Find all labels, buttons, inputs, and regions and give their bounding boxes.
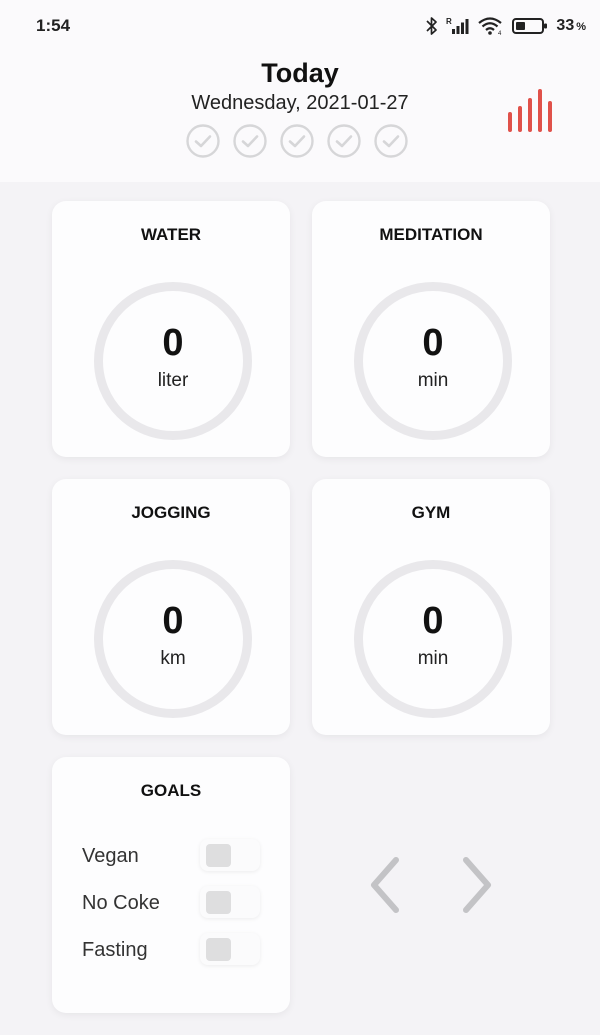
goals-card: GOALS Vegan No Coke Fasting: [52, 757, 290, 1013]
check-circle-icon[interactable]: [374, 124, 408, 158]
battery-percent-sign: %: [576, 21, 586, 33]
header: Today Wednesday, 2021-01-27: [0, 52, 600, 182]
vegan-toggle[interactable]: [200, 839, 260, 871]
battery-icon: [512, 18, 548, 34]
no-coke-toggle[interactable]: [200, 886, 260, 918]
jogging-card[interactable]: JOGGING 0 km: [52, 479, 290, 735]
card-unit: liter: [157, 370, 189, 391]
meditation-card[interactable]: MEDITATION 0 min: [312, 201, 550, 457]
check-circle-icon[interactable]: [327, 124, 361, 158]
gym-card[interactable]: GYM 0 min: [312, 479, 550, 735]
page-title: Today: [261, 58, 339, 88]
check-circle-icon[interactable]: [280, 124, 314, 158]
progress-ring: 0 liter: [94, 282, 252, 440]
card-title: MEDITATION: [379, 225, 483, 244]
toggle-knob: [206, 891, 231, 914]
goal-row-no-coke: No Coke: [82, 886, 262, 920]
svg-text:R: R: [446, 17, 452, 26]
svg-text:4: 4: [498, 31, 502, 36]
card-unit: km: [160, 648, 186, 669]
goals-title: GOALS: [140, 781, 202, 800]
card-value: 0: [422, 600, 444, 642]
toggle-knob: [206, 844, 231, 867]
card-title: GYM: [411, 503, 451, 522]
card-title: WATER: [140, 225, 202, 244]
bluetooth-icon: [426, 17, 438, 35]
wifi-icon: 4: [478, 17, 502, 36]
toggle-knob: [206, 938, 231, 961]
goal-row-fasting: Fasting: [82, 933, 262, 967]
card-unit: min: [417, 648, 449, 669]
goal-label: No Coke: [82, 892, 160, 914]
daily-checks: [186, 124, 408, 158]
chevron-left-icon[interactable]: [364, 854, 406, 916]
card-value: 0: [162, 600, 184, 642]
card-value: 0: [162, 322, 184, 364]
goal-label: Vegan: [82, 845, 139, 867]
chevron-right-icon[interactable]: [456, 854, 498, 916]
water-card[interactable]: WATER 0 liter: [52, 201, 290, 457]
progress-ring: 0 km: [94, 560, 252, 718]
status-icons: R 4 33%: [426, 14, 586, 38]
check-circle-icon[interactable]: [186, 124, 220, 158]
card-value: 0: [422, 322, 444, 364]
bar-chart-icon[interactable]: [506, 88, 560, 134]
status-time: 1:54: [36, 16, 71, 35]
card-unit: min: [417, 370, 449, 391]
signal-icon: R: [446, 17, 469, 34]
goal-row-vegan: Vegan: [82, 839, 262, 873]
status-bar: 1:54 R 4 33%: [0, 0, 600, 52]
battery-percent: 33: [556, 17, 575, 34]
goal-label: Fasting: [82, 939, 148, 961]
fasting-toggle[interactable]: [200, 933, 260, 965]
progress-ring: 0 min: [354, 282, 512, 440]
card-title: JOGGING: [131, 503, 211, 522]
check-circle-icon[interactable]: [233, 124, 267, 158]
progress-ring: 0 min: [354, 560, 512, 718]
